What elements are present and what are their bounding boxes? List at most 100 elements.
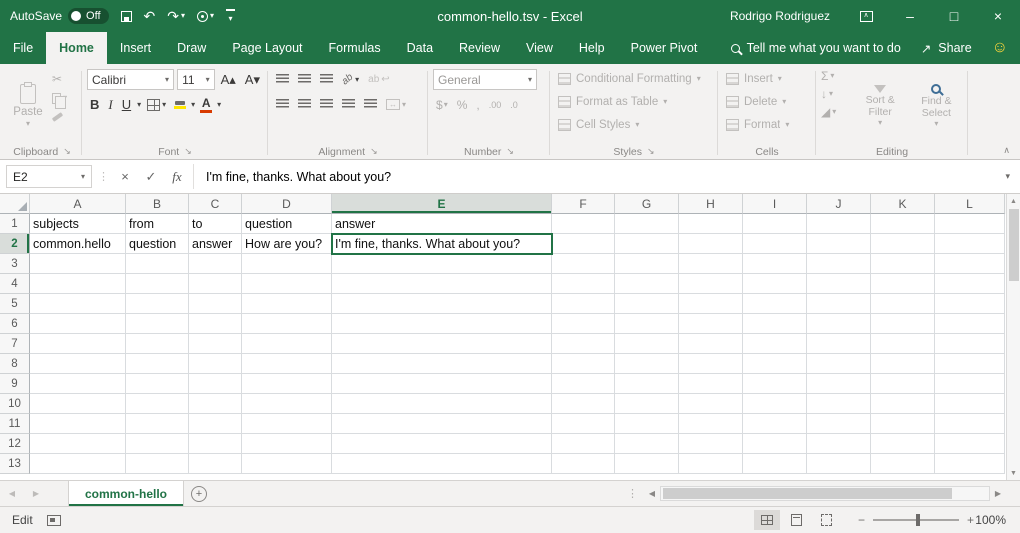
cell-F4[interactable] xyxy=(552,274,615,294)
enter-button[interactable]: ✓ xyxy=(141,169,161,185)
number-format-combo[interactable]: General▾ xyxy=(433,69,537,90)
cell-A8[interactable] xyxy=(30,354,126,374)
zoom-in-button[interactable]: + xyxy=(967,513,974,527)
cell-C12[interactable] xyxy=(189,434,242,454)
font-dialog-launcher[interactable]: ↘ xyxy=(184,146,192,157)
row-header-9[interactable]: 9 xyxy=(0,374,30,394)
cell-G8[interactable] xyxy=(615,354,679,374)
cell-E12[interactable] xyxy=(332,434,552,454)
middle-align-button[interactable] xyxy=(295,73,314,86)
cell-K13[interactable] xyxy=(871,454,935,474)
cell-G3[interactable] xyxy=(615,254,679,274)
cell-G10[interactable] xyxy=(615,394,679,414)
cell-B1[interactable]: from xyxy=(126,214,189,234)
formula-bar-splitter[interactable]: ⋮ xyxy=(98,170,109,183)
cell-G13[interactable] xyxy=(615,454,679,474)
cell-G5[interactable] xyxy=(615,294,679,314)
column-header-B[interactable]: B xyxy=(126,194,189,214)
page-break-view-button[interactable] xyxy=(814,510,840,530)
sort-filter-button[interactable]: Sort & Filter ▾ xyxy=(854,68,907,144)
cell-L4[interactable] xyxy=(935,274,1005,294)
tab-data[interactable]: Data xyxy=(394,32,446,64)
cell-I6[interactable] xyxy=(743,314,807,334)
normal-view-button[interactable] xyxy=(754,510,780,530)
cell-A13[interactable] xyxy=(30,454,126,474)
cell-H1[interactable] xyxy=(679,214,743,234)
fill-color-button[interactable] xyxy=(172,101,188,109)
cell-D3[interactable] xyxy=(242,254,332,274)
cell-D10[interactable] xyxy=(242,394,332,414)
autosave-toggle[interactable]: AutoSave Off xyxy=(10,8,109,24)
orientation-button[interactable]: ab▾ xyxy=(339,73,362,86)
customize-quick-access-button[interactable]: ▾ xyxy=(226,9,235,23)
format-as-table-button[interactable]: Format as Table▾ xyxy=(555,91,713,112)
name-box[interactable]: E2 ▾ xyxy=(6,165,92,188)
conditional-formatting-button[interactable]: Conditional Formatting▾ xyxy=(555,68,713,89)
insert-function-button[interactable]: fx xyxy=(167,169,187,185)
cell-B4[interactable] xyxy=(126,274,189,294)
styles-dialog-launcher[interactable]: ↘ xyxy=(647,146,655,157)
cell-D2[interactable]: How are you? xyxy=(242,234,332,254)
cell-A7[interactable] xyxy=(30,334,126,354)
column-header-A[interactable]: A xyxy=(30,194,126,214)
cell-D13[interactable] xyxy=(242,454,332,474)
cell-C2[interactable]: answer xyxy=(189,234,242,254)
cell-E11[interactable] xyxy=(332,414,552,434)
autosum-button[interactable]: Σ▾ xyxy=(821,68,851,84)
cell-H2[interactable] xyxy=(679,234,743,254)
ribbon-display-options-button[interactable]: ∧ xyxy=(844,0,888,32)
cell-L12[interactable] xyxy=(935,434,1005,454)
align-right-button[interactable] xyxy=(317,98,336,111)
cell-I8[interactable] xyxy=(743,354,807,374)
cell-D7[interactable] xyxy=(242,334,332,354)
cell-I5[interactable] xyxy=(743,294,807,314)
cell-E5[interactable] xyxy=(332,294,552,314)
minimize-button[interactable]: – xyxy=(888,0,932,32)
row-header-4[interactable]: 4 xyxy=(0,274,30,294)
cell-C1[interactable]: to xyxy=(189,214,242,234)
top-align-button[interactable] xyxy=(273,73,292,86)
cell-I9[interactable] xyxy=(743,374,807,394)
cell-I3[interactable] xyxy=(743,254,807,274)
cell-F1[interactable] xyxy=(552,214,615,234)
cell-E7[interactable] xyxy=(332,334,552,354)
cell-D6[interactable] xyxy=(242,314,332,334)
row-header-13[interactable]: 13 xyxy=(0,454,30,474)
decrease-decimal-button[interactable]: .0 xyxy=(507,100,521,110)
vertical-scrollbar[interactable]: ▲ ▼ xyxy=(1006,194,1020,480)
cell-C7[interactable] xyxy=(189,334,242,354)
cell-A9[interactable] xyxy=(30,374,126,394)
share-button[interactable]: ↗Share xyxy=(921,41,972,56)
format-cells-button[interactable]: Format▾ xyxy=(723,114,811,135)
zoom-out-button[interactable]: − xyxy=(858,513,865,527)
cell-A4[interactable] xyxy=(30,274,126,294)
touch-mode-button[interactable]: ▾ xyxy=(197,11,214,22)
cell-H8[interactable] xyxy=(679,354,743,374)
underline-button[interactable]: U xyxy=(119,97,134,112)
cell-L9[interactable] xyxy=(935,374,1005,394)
row-header-10[interactable]: 10 xyxy=(0,394,30,414)
cell-G7[interactable] xyxy=(615,334,679,354)
cell-I7[interactable] xyxy=(743,334,807,354)
column-header-I[interactable]: I xyxy=(743,194,807,214)
insert-cells-button[interactable]: Insert▾ xyxy=(723,68,811,89)
cell-A5[interactable] xyxy=(30,294,126,314)
cell-E8[interactable] xyxy=(332,354,552,374)
cell-L13[interactable] xyxy=(935,454,1005,474)
cell-K5[interactable] xyxy=(871,294,935,314)
cell-H5[interactable] xyxy=(679,294,743,314)
tab-scrollbar-splitter[interactable]: ⋮ xyxy=(621,481,644,506)
cell-F9[interactable] xyxy=(552,374,615,394)
column-header-H[interactable]: H xyxy=(679,194,743,214)
font-name-combo[interactable]: Calibri▾ xyxy=(87,69,174,90)
cell-L1[interactable] xyxy=(935,214,1005,234)
hscroll-right-icon[interactable]: ▶ xyxy=(990,481,1006,506)
cell-L6[interactable] xyxy=(935,314,1005,334)
cell-E4[interactable] xyxy=(332,274,552,294)
cell-B7[interactable] xyxy=(126,334,189,354)
cell-J7[interactable] xyxy=(807,334,871,354)
cell-B13[interactable] xyxy=(126,454,189,474)
cell-E3[interactable] xyxy=(332,254,552,274)
cell-K11[interactable] xyxy=(871,414,935,434)
cell-F6[interactable] xyxy=(552,314,615,334)
